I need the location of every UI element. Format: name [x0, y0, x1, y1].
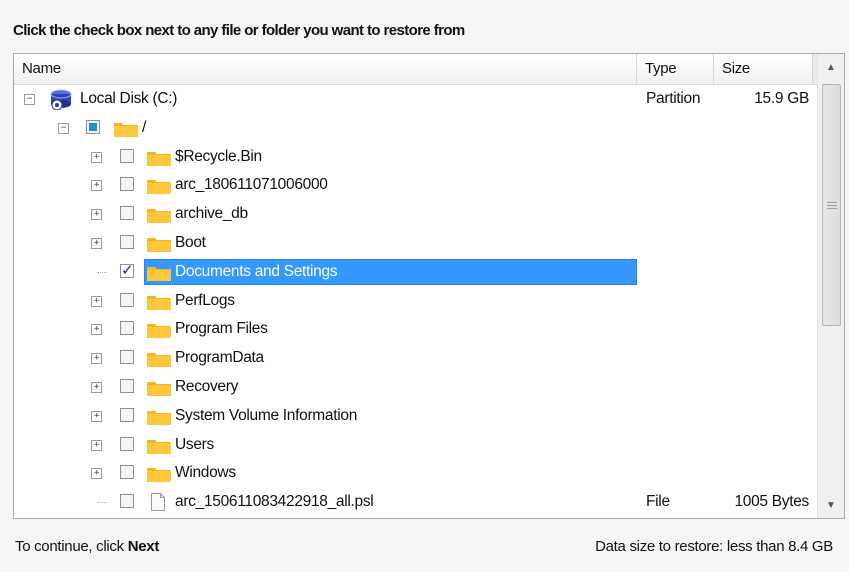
scroll-up-arrow-icon[interactable]: ▲	[818, 58, 844, 78]
disk-label: Local Disk (C:)	[80, 90, 178, 107]
expand-icon[interactable]: +	[91, 209, 102, 221]
folder-icon	[147, 353, 171, 368]
folder-icon	[114, 122, 138, 137]
item-checkbox[interactable]	[120, 465, 134, 480]
tree-row-folder[interactable]: + Windows	[14, 459, 817, 488]
item-type: File	[646, 493, 670, 511]
folder-icon	[147, 151, 171, 166]
column-header: Name Type Size	[14, 54, 844, 85]
folder-icon	[147, 209, 171, 224]
item-label: Windows	[175, 464, 236, 482]
column-header-type[interactable]: Type	[637, 54, 714, 84]
item-checkbox[interactable]	[120, 177, 134, 192]
item-checkbox-checked[interactable]	[120, 261, 134, 279]
item-checkbox[interactable]	[120, 350, 134, 365]
expand-icon[interactable]: +	[91, 180, 102, 192]
item-label: System Volume Information	[175, 406, 358, 424]
tree-row-folder[interactable]: + $Recycle.Bin	[14, 143, 817, 172]
tree-row-folder[interactable]: + PerfLogs	[14, 287, 817, 316]
folder-icon	[147, 439, 171, 454]
disk-type: Partition	[646, 90, 701, 107]
folder-icon	[147, 381, 171, 396]
tree-connector	[97, 502, 107, 504]
tree-row-file[interactable]: arc_150611083422918_all.psl File 1005 By…	[14, 488, 817, 517]
folder-icon	[147, 295, 171, 310]
expand-icon[interactable]: +	[91, 439, 102, 451]
item-checkbox[interactable]	[120, 321, 134, 336]
item-checkbox[interactable]	[120, 292, 134, 307]
tree-row-root[interactable]: − /	[14, 114, 817, 143]
item-checkbox[interactable]	[120, 148, 134, 163]
item-label: archive_db	[175, 205, 248, 223]
tree-row-disk[interactable]: − Local Disk (C:) Partition 15.9 GB	[14, 85, 817, 114]
tree-connector	[97, 271, 107, 273]
scroll-down-arrow-icon[interactable]: ▼	[818, 496, 844, 516]
tree-row-folder[interactable]: + Boot	[14, 229, 817, 258]
expand-icon[interactable]: +	[91, 324, 102, 336]
tree-row-folder[interactable]: + Recovery	[14, 373, 817, 402]
column-header-size[interactable]: Size	[714, 54, 813, 84]
folder-icon	[147, 324, 171, 339]
continue-action: Next	[127, 538, 160, 555]
tree-row-folder[interactable]: + arc_180611071006000	[14, 171, 817, 200]
item-size: 1005 Bytes	[734, 493, 809, 511]
expand-icon[interactable]: +	[91, 410, 102, 422]
folder-icon	[147, 180, 171, 195]
item-label: arc_180611071006000	[175, 176, 328, 194]
item-checkbox[interactable]	[120, 378, 134, 393]
folder-icon	[147, 410, 171, 425]
column-header-name[interactable]: Name	[14, 54, 637, 84]
expand-icon[interactable]: +	[91, 353, 102, 365]
tree-rows: − Local Disk (C:) Partition 15.9 GB − /	[14, 85, 817, 517]
item-label: Boot	[175, 233, 206, 251]
folder-icon	[147, 468, 171, 483]
tree-row-folder[interactable]: + System Volume Information	[14, 402, 817, 431]
item-label: PerfLogs	[175, 291, 235, 309]
collapse-icon[interactable]: −	[24, 94, 35, 105]
tree-row-folder[interactable]: + ProgramData	[14, 344, 817, 373]
item-label: Recovery	[175, 377, 239, 395]
item-label: Program Files	[175, 320, 268, 338]
tree-row-folder-selected[interactable]: Documents and Settings	[14, 258, 817, 287]
item-label: Users	[175, 435, 214, 453]
tree-row-folder[interactable]: + archive_db	[14, 200, 817, 229]
continue-prefix: To continue, click	[15, 538, 124, 555]
folder-icon	[147, 237, 171, 252]
expand-icon[interactable]: +	[91, 237, 102, 249]
tree-row-folder[interactable]: + Program Files	[14, 315, 817, 344]
item-label: ProgramData	[175, 349, 264, 367]
item-label: Documents and Settings	[175, 262, 338, 280]
grip-icon: — — —	[827, 197, 837, 214]
root-label: /	[142, 118, 147, 136]
instruction-text: Click the check box next to any file or …	[13, 22, 465, 39]
item-checkbox[interactable]	[120, 234, 134, 249]
expand-icon[interactable]: +	[91, 468, 102, 480]
item-label: $Recycle.Bin	[175, 147, 262, 165]
data-size-text: Data size to restore: less than 8.4 GB	[595, 538, 833, 555]
item-checkbox[interactable]	[120, 206, 134, 221]
item-checkbox[interactable]	[120, 436, 134, 451]
disk-icon	[50, 89, 72, 110]
expand-icon[interactable]: +	[91, 381, 102, 393]
file-icon	[151, 493, 165, 512]
expand-icon[interactable]: +	[91, 295, 102, 307]
item-checkbox[interactable]	[120, 494, 134, 509]
collapse-icon[interactable]: −	[58, 122, 69, 134]
disk-size: 15.9 GB	[754, 90, 809, 107]
expand-icon[interactable]: +	[91, 151, 102, 163]
item-label: arc_150611083422918_all.psl	[175, 493, 374, 511]
file-tree-view[interactable]: Name Type Size − Local Disk (C:) Partiti…	[13, 53, 845, 519]
vertical-scrollbar[interactable]: ▲ — — — ▼	[817, 54, 844, 518]
item-checkbox[interactable]	[120, 407, 134, 422]
folder-icon	[147, 266, 171, 281]
root-checkbox[interactable]	[86, 119, 100, 134]
continue-hint: To continue, click Next	[15, 538, 159, 555]
scroll-thumb[interactable]: — — —	[822, 84, 841, 326]
tree-row-folder[interactable]: + Users	[14, 431, 817, 460]
